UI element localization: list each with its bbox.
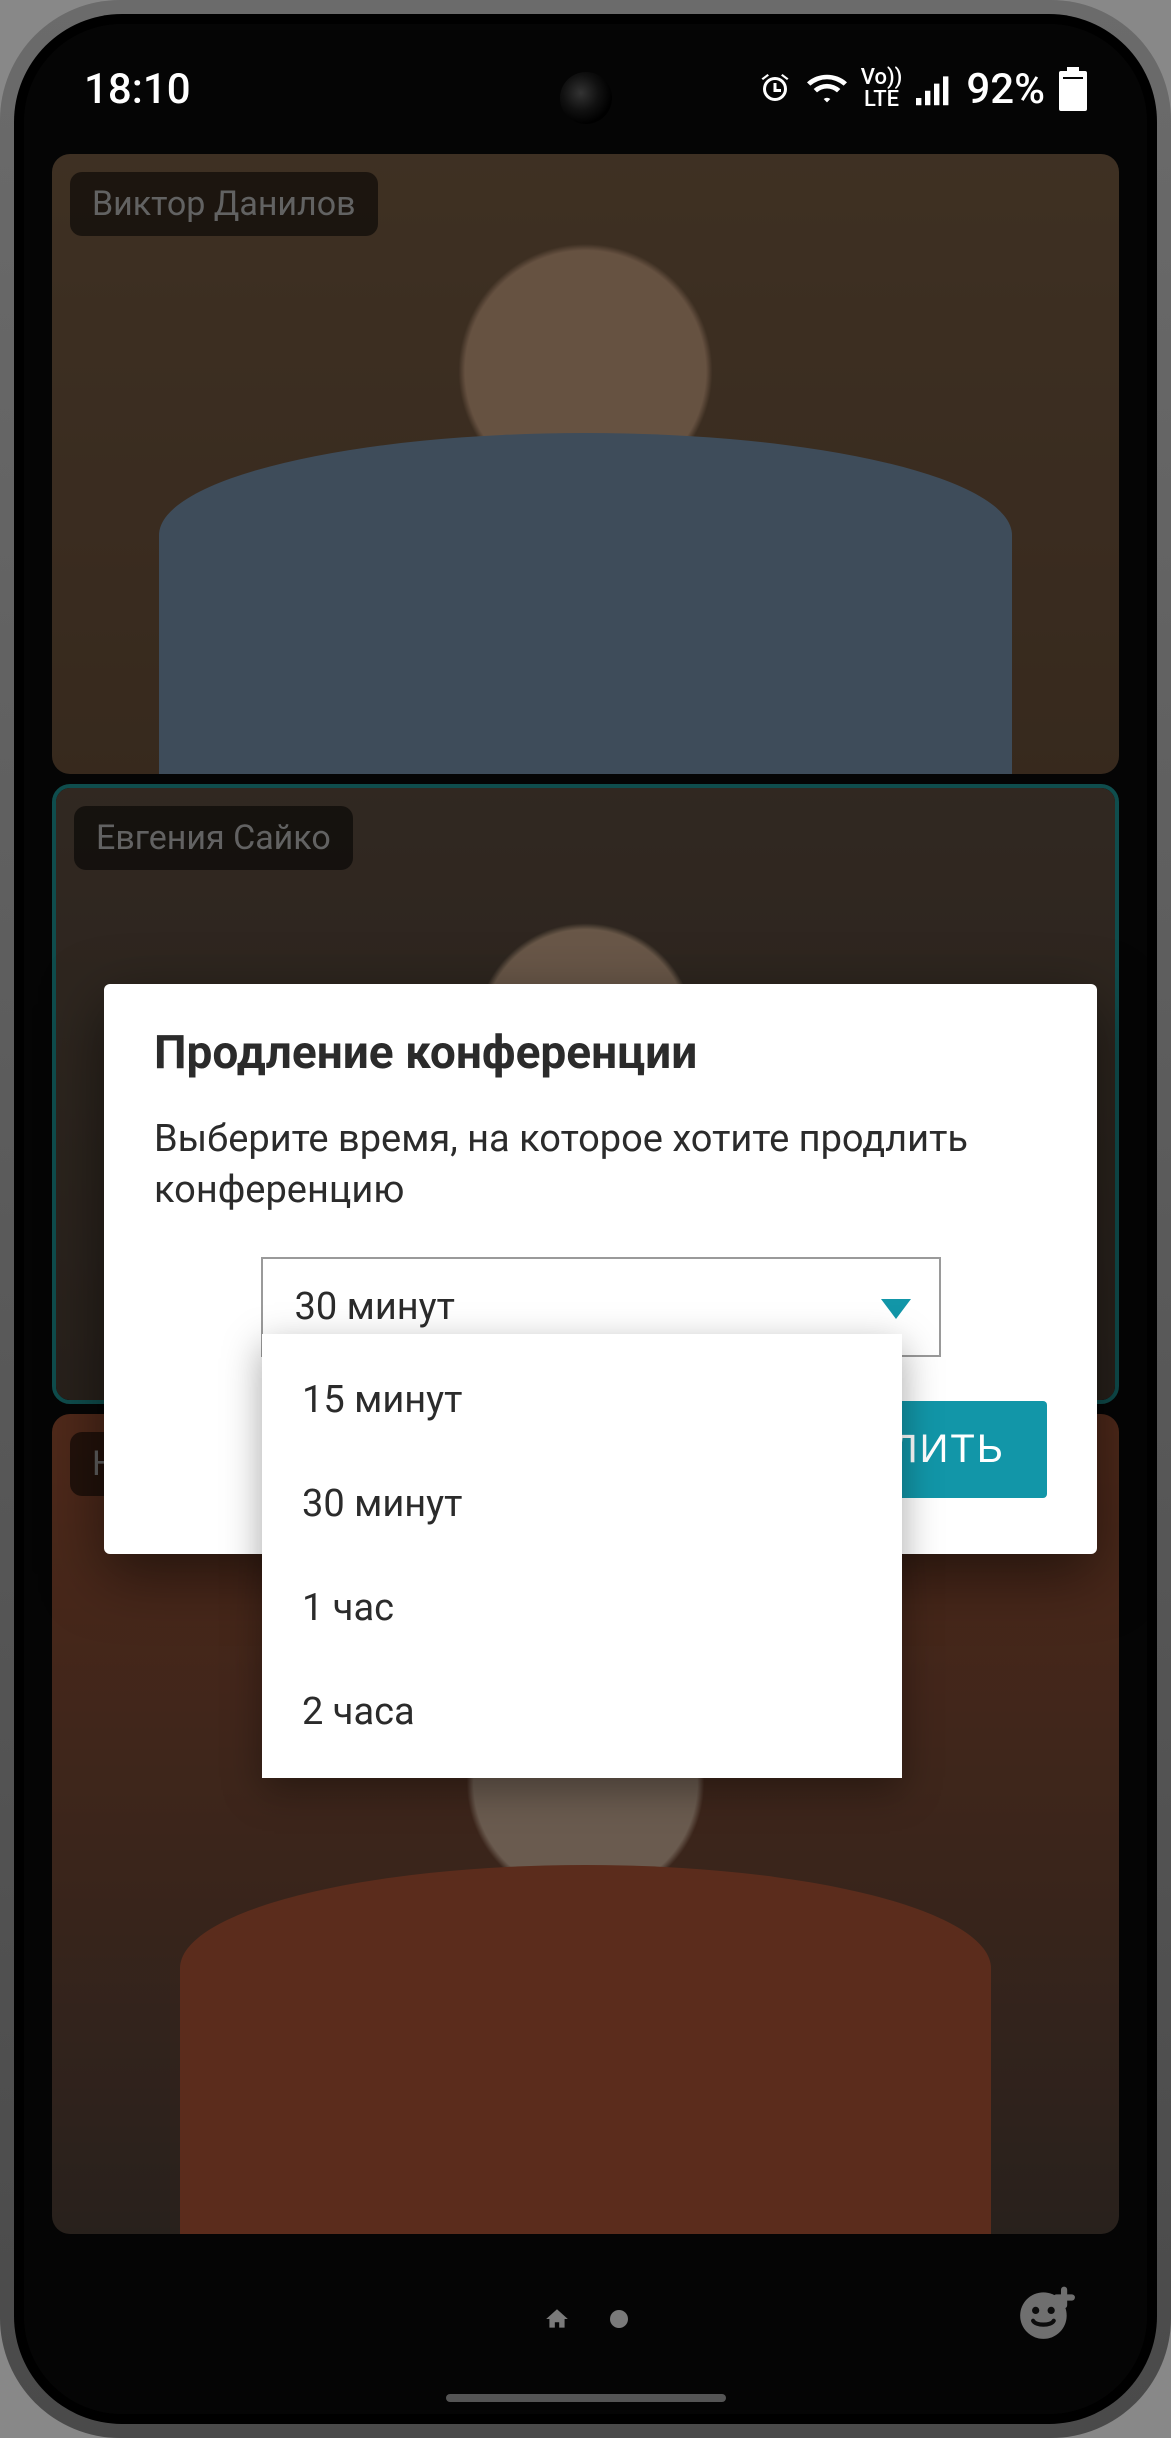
duration-option[interactable]: 30 минут	[262, 1452, 902, 1556]
dialog-message: Выберите время, на которое хотите продли…	[154, 1114, 1047, 1217]
phone-screen: 18:10 Vo))LTE 92%	[24, 24, 1147, 2414]
phone-frame: 18:10 Vo))LTE 92%	[0, 0, 1171, 2438]
volte-icon: Vo))LTE	[861, 67, 903, 111]
battery-percentage: 92%	[966, 65, 1045, 114]
status-time: 18:10	[84, 65, 191, 114]
front-camera	[560, 72, 612, 124]
reactions-icon[interactable]	[1015, 2282, 1077, 2344]
duration-select-value: 30 минут	[295, 1285, 455, 1329]
gesture-bar[interactable]	[446, 2394, 726, 2402]
duration-option[interactable]: 2 часа	[262, 1660, 902, 1764]
system-nav-bar	[24, 2266, 1147, 2376]
signal-icon	[916, 72, 952, 106]
home-icon[interactable]	[544, 2306, 570, 2336]
duration-dropdown: 15 минут 30 минут 1 час 2 часа	[262, 1334, 902, 1778]
dialog-title: Продление конференции	[154, 1026, 1047, 1080]
alarm-icon	[757, 71, 793, 107]
chevron-down-icon	[881, 1285, 911, 1329]
duration-option[interactable]: 1 час	[262, 1556, 902, 1660]
wifi-icon	[807, 72, 847, 106]
nav-indicator-dot	[610, 2310, 628, 2332]
battery-icon	[1059, 67, 1087, 111]
duration-option[interactable]: 15 минут	[262, 1348, 902, 1452]
